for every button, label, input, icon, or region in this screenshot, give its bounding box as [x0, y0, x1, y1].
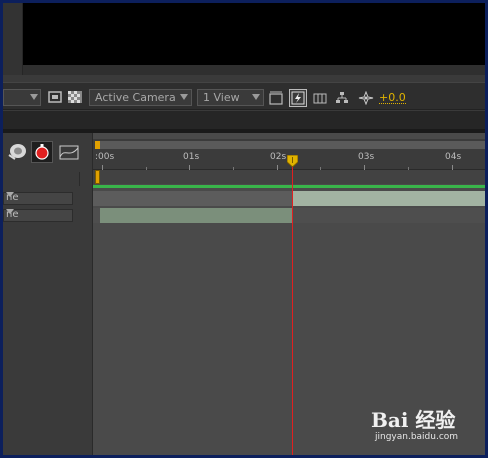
layer-outline-panel: ne ne	[3, 133, 93, 455]
graph-editor-icon[interactable]	[59, 145, 81, 164]
viewer-side-panel	[3, 3, 23, 75]
composition-canvas[interactable]	[23, 3, 485, 65]
work-area-bar[interactable]	[96, 141, 485, 149]
camera-dropdown[interactable]: Active Camera	[89, 89, 192, 106]
fast-preview-icon[interactable]	[289, 89, 307, 107]
timeline-icon[interactable]	[313, 91, 327, 105]
tick-label: :00s	[95, 152, 115, 162]
time-marker-icon[interactable]	[286, 154, 299, 168]
watermark-url: jingyan.baidu.com	[375, 432, 459, 442]
layer-mode-dropdown[interactable]: ne	[3, 209, 73, 222]
tick-label: 01s	[183, 152, 200, 162]
panel-header-band	[3, 111, 485, 129]
tick-label: 02s	[270, 152, 287, 162]
flowchart-icon[interactable]	[335, 91, 349, 105]
comp-marker-icon[interactable]	[95, 170, 100, 184]
viewer-toolbar: Active Camera 1 View +0.0	[3, 82, 485, 110]
dropdown-arrow-icon	[180, 94, 188, 100]
view-layout-label: 1 View	[203, 91, 240, 104]
motion-blur-icon[interactable]	[7, 143, 27, 164]
dropdown-arrow-icon	[6, 209, 14, 214]
marker-track[interactable]	[93, 170, 485, 184]
watermark-logo: Bai 经验	[371, 408, 456, 432]
view-layout-dropdown[interactable]: 1 View	[197, 89, 264, 106]
ram-preview-cache-bar	[93, 185, 485, 188]
app-window: Active Camera 1 View +0.0 ne ne:00s 01s…	[3, 3, 485, 455]
layer-mode-dropdown[interactable]: ne	[3, 192, 73, 205]
tick-label: 03s	[358, 152, 375, 162]
toggle-pixel-aspect-icon[interactable]	[269, 91, 283, 105]
exposure-value[interactable]: +0.0	[379, 92, 406, 104]
tick-label: 04s	[445, 152, 462, 162]
stopwatch-icon[interactable]	[31, 141, 53, 163]
camera-label: Active Camera	[95, 91, 176, 104]
composition-viewer	[3, 3, 485, 75]
dropdown-arrow-icon	[30, 94, 38, 100]
work-area-start-handle[interactable]	[95, 141, 100, 149]
dropdown-arrow-icon	[252, 94, 260, 100]
dropdown-arrow-icon	[6, 192, 14, 197]
column-divider	[79, 172, 93, 186]
current-time-indicator[interactable]	[292, 157, 293, 455]
exposure-icon[interactable]	[358, 90, 374, 106]
layer-bar-selected[interactable]	[100, 208, 293, 223]
region-of-interest-icon[interactable]	[48, 91, 62, 105]
layer-bar[interactable]	[93, 191, 293, 206]
checkerboard-icon[interactable]	[68, 91, 82, 105]
magnification-dropdown[interactable]	[3, 89, 41, 106]
layer-bar-selected[interactable]	[293, 191, 485, 206]
